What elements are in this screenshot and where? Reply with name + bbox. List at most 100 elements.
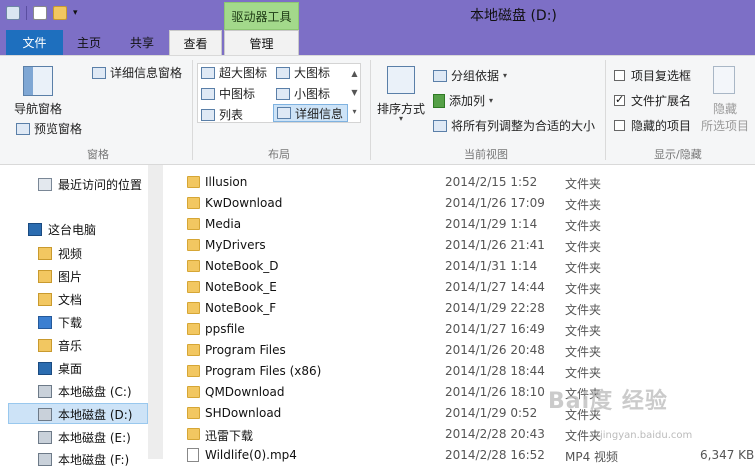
sort-by-dropdown-icon: ▾ — [399, 114, 404, 123]
group-by-label: 分组依据 — [451, 69, 500, 83]
file-type: 文件夹 — [565, 240, 602, 254]
add-columns-button[interactable]: 添加列 ▾ — [433, 92, 493, 109]
file-name: NoteBook_E — [205, 280, 277, 294]
layout-list[interactable]: 列表 — [201, 106, 243, 123]
drive-icon — [38, 431, 52, 444]
nav-item-drive-d-content[interactable]: 本地磁盘 (D:) — [38, 406, 132, 423]
layout-large-icons[interactable]: 大图标 — [276, 64, 330, 81]
file-name: KwDownload — [205, 196, 283, 210]
tab-manage[interactable]: 管理 — [224, 30, 299, 55]
nav-label: 本地磁盘 (C:) — [58, 385, 132, 399]
preview-pane-button[interactable]: 预览窗格 — [16, 120, 82, 137]
file-type: 文件夹 — [565, 366, 602, 380]
preview-pane-label: 预览窗格 — [34, 122, 83, 136]
group-label-layout: 布局 — [268, 148, 290, 161]
nav-item-desktop[interactable]: 桌面 — [38, 360, 82, 377]
nav-item-documents[interactable]: 文档 — [38, 291, 82, 308]
group-by-button[interactable]: 分组依据 ▾ — [433, 67, 507, 84]
new-document-icon[interactable] — [33, 6, 47, 20]
quick-access-toolbar: ▾ — [6, 6, 78, 20]
nav-item-downloads[interactable]: 下载 — [38, 314, 82, 331]
small-icons-icon — [276, 87, 290, 100]
file-name: QMDownload — [205, 385, 285, 399]
sort-by-button[interactable]: 排序方式 ▾ — [377, 66, 429, 124]
file-name: SHDownload — [205, 406, 282, 420]
file-type: 文件夹 — [565, 429, 602, 443]
music-folder-icon — [38, 339, 52, 352]
videos-folder-icon — [38, 247, 52, 260]
nav-label: 文档 — [58, 293, 83, 307]
selected-items-label: 所选项目 — [701, 119, 750, 133]
drive-tools-context-label: 驱动器工具 — [224, 2, 299, 30]
details-pane-button[interactable]: 详细信息窗格 — [92, 64, 182, 81]
hide-selected-button[interactable]: 隐藏 所选项目 — [700, 66, 752, 133]
file-name: Illusion — [205, 175, 248, 189]
folder-icon — [187, 386, 200, 398]
nav-item-pictures[interactable]: 图片 — [38, 268, 82, 285]
file-date: 2014/1/26 18:10 — [445, 385, 545, 399]
layout-small-icons[interactable]: 小图标 — [276, 85, 330, 102]
tab-file[interactable]: 文件 — [6, 30, 63, 55]
hidden-items-toggle[interactable]: 隐藏的项目 — [614, 117, 691, 134]
file-extensions-toggle[interactable]: ✓ 文件扩展名 — [614, 92, 691, 109]
layout-details[interactable]: 详细信息 — [273, 104, 348, 122]
video-file-icon — [187, 448, 199, 462]
properties-icon[interactable] — [6, 6, 20, 20]
nav-item-drive-f[interactable]: 本地磁盘 (F:) — [38, 451, 129, 468]
nav-item-drive-e[interactable]: 本地磁盘 (E:) — [38, 429, 131, 446]
nav-label: 桌面 — [58, 362, 83, 376]
details-view-label: 详细信息 — [295, 106, 344, 121]
item-checkboxes-checkbox[interactable] — [614, 70, 625, 81]
nav-label: 本地磁盘 (F:) — [58, 453, 130, 467]
file-name: NoteBook_D — [205, 259, 279, 273]
checkmark-icon: ✓ — [615, 93, 625, 106]
hidden-items-checkbox[interactable] — [614, 120, 625, 131]
file-type: 文件夹 — [565, 303, 602, 317]
layout-gallery-scroll[interactable]: ▲ ▼ ▾ — [349, 64, 360, 122]
nav-pane-scrollbar[interactable] — [148, 165, 163, 459]
nav-item-videos[interactable]: 视频 — [38, 245, 82, 262]
navigation-pane-label: 导航窗格 — [14, 102, 63, 116]
folder-icon — [187, 260, 200, 272]
details-pane-icon — [92, 66, 106, 79]
nav-item-recent[interactable]: 最近访问的位置 — [38, 176, 142, 193]
group-by-dropdown-icon: ▾ — [503, 71, 508, 80]
tab-share[interactable]: 共享 — [115, 30, 169, 55]
nav-label: 最近访问的位置 — [58, 178, 143, 192]
item-checkboxes-toggle[interactable]: 项目复选框 — [614, 67, 691, 84]
tab-view[interactable]: 查看 — [169, 30, 222, 55]
qat-divider — [26, 6, 27, 20]
file-type: 文件夹 — [565, 324, 602, 338]
file-name: MyDrivers — [205, 238, 266, 252]
file-name: ppsfile — [205, 322, 245, 336]
extra-large-icons-label: 超大图标 — [219, 66, 268, 80]
list-view-label: 列表 — [219, 108, 244, 122]
file-name: 迅雷下载 — [205, 429, 254, 443]
folder-icon — [187, 344, 200, 356]
nav-item-drive-c[interactable]: 本地磁盘 (C:) — [38, 383, 132, 400]
drive-icon — [38, 453, 52, 466]
computer-icon — [28, 223, 42, 236]
folder-icon — [187, 281, 200, 293]
nav-item-this-pc[interactable]: 这台电脑 — [28, 221, 96, 238]
file-date: 2014/1/28 18:44 — [445, 364, 545, 378]
navigation-pane-button[interactable]: 导航窗格 — [14, 66, 64, 118]
watermark-url: jingyan.baidu.com — [600, 430, 693, 441]
add-columns-label: 添加列 — [449, 94, 486, 108]
group-label-show-hide: 显示/隐藏 — [654, 148, 702, 161]
new-folder-icon[interactable] — [53, 6, 67, 20]
desktop-folder-icon — [38, 362, 52, 375]
file-date: 2014/2/28 16:52 — [445, 448, 545, 462]
tab-home[interactable]: 主页 — [63, 30, 115, 55]
size-all-columns-button[interactable]: 将所有列调整为合适的大小 — [433, 117, 595, 134]
nav-item-music[interactable]: 音乐 — [38, 337, 82, 354]
folder-icon — [187, 428, 200, 440]
qat-dropdown-icon[interactable]: ▾ — [73, 8, 78, 18]
file-type: 文件夹 — [565, 345, 602, 359]
layout-extra-large-icons[interactable]: 超大图标 — [201, 64, 267, 81]
group-by-icon — [433, 69, 447, 82]
add-columns-dropdown-icon: ▾ — [489, 96, 494, 105]
medium-icons-label: 中图标 — [219, 87, 256, 101]
file-extensions-checkbox[interactable]: ✓ — [614, 93, 625, 106]
layout-medium-icons[interactable]: 中图标 — [201, 85, 255, 102]
